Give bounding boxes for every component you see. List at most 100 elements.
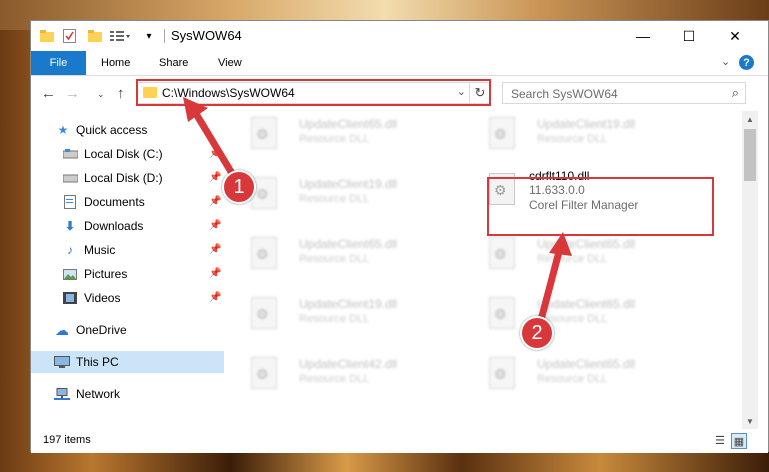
sidebar-item-label: Pictures — [84, 267, 128, 281]
pin-icon[interactable]: 📌 — [209, 244, 221, 255]
sidebar-item-label: This PC — [76, 355, 119, 369]
status-bar: 197 items ☰ ▦ — [31, 429, 768, 453]
scroll-thumb[interactable] — [744, 129, 756, 181]
sidebar-item-pictures[interactable]: Pictures 📌 — [31, 263, 224, 285]
drive-icon — [62, 171, 78, 185]
sidebar-item-onedrive[interactable]: ☁ OneDrive — [31, 319, 224, 341]
new-folder-icon[interactable] — [87, 28, 103, 44]
file-item[interactable]: UpdateClient65.dll Resource DLL — [225, 111, 455, 155]
navigation-pane: ★ Quick access Local Disk (C:) 📌 Local D… — [31, 111, 224, 429]
sidebar-item-downloads[interactable]: ⬇ Downloads 📌 — [31, 215, 224, 237]
documents-icon — [62, 195, 78, 209]
sidebar-item-this-pc[interactable]: This PC — [31, 351, 224, 373]
forward-arrow-icon[interactable]: → — [65, 85, 80, 102]
callout-badge-1: 1 — [222, 170, 256, 204]
file-name: UpdateClient65.dll — [299, 117, 398, 131]
tab-view[interactable]: View — [218, 51, 242, 75]
close-button[interactable]: ✕ — [712, 21, 758, 51]
pin-icon[interactable]: 📌 — [209, 148, 221, 159]
pin-icon[interactable]: 📌 — [209, 268, 221, 279]
sidebar-item-label: Network — [76, 387, 121, 401]
large-icons-view-icon[interactable]: ▦ — [731, 433, 747, 449]
pin-icon[interactable]: 📌 — [209, 172, 221, 183]
search-input[interactable] — [503, 83, 723, 105]
recent-locations-icon[interactable]: ⌄ — [97, 89, 105, 100]
file-item[interactable]: UpdateClient19.dll Resource DLL — [225, 171, 455, 215]
ribbon-tabs: File Home Share View ⌄ ? — [31, 51, 768, 76]
download-icon: ⬇ — [64, 219, 76, 233]
sidebar-item-quick-access[interactable]: ★ Quick access — [31, 119, 224, 141]
minimize-button[interactable]: — — [620, 21, 666, 51]
sidebar-item-label: Videos — [84, 291, 121, 305]
music-icon: ♪ — [67, 243, 73, 257]
file-name: UpdateClient65.dll — [537, 237, 636, 251]
search-icon[interactable]: ⌕ — [732, 85, 739, 101]
file-name: UpdateClient19.dll — [537, 117, 636, 131]
tab-file[interactable]: File — [31, 51, 86, 75]
file-name: UpdateClient42.dll — [299, 357, 398, 371]
file-item[interactable]: UpdateClient65.dllResource DLL — [225, 231, 455, 275]
file-name: UpdateClient65.dll — [537, 297, 636, 311]
scroll-up-icon[interactable]: ▲ — [742, 111, 758, 127]
sidebar-item-label: Local Disk (D:) — [84, 171, 163, 185]
file-description: Resource DLL — [299, 313, 370, 325]
pin-icon[interactable]: 📌 — [209, 292, 221, 303]
file-description: Resource DLL — [299, 133, 370, 145]
up-arrow-icon[interactable]: ↑ — [117, 85, 125, 102]
folder-icon — [39, 28, 55, 44]
file-list: UpdateClient65.dll Resource DLL UpdateCli… — [225, 111, 742, 429]
tab-share[interactable]: Share — [159, 51, 188, 75]
file-item[interactable]: UpdateClient19.dll Resource DLL — [225, 291, 455, 335]
file-name: UpdateClient65.dll — [537, 357, 636, 371]
title-bar: ▾ SysWOW64 — ☐ ✕ — [31, 21, 768, 51]
dll-file-icon — [251, 117, 277, 149]
pin-icon[interactable]: 📌 — [209, 220, 221, 231]
properties-icon[interactable] — [61, 28, 77, 44]
file-description: Resource DLL — [537, 253, 608, 265]
file-description: Resource DLL — [299, 193, 370, 205]
file-item[interactable]: UpdateClient19.dll Resource DLL — [463, 111, 693, 155]
view-options-icon[interactable] — [109, 28, 131, 44]
sidebar-item-music[interactable]: ♪ Music 📌 — [31, 239, 224, 261]
file-item[interactable]: UpdateClient65.dll Resource DLL — [463, 231, 693, 275]
sidebar-item-label: OneDrive — [76, 323, 127, 337]
title-separator — [164, 29, 165, 43]
help-icon[interactable]: ? — [739, 55, 754, 70]
scroll-down-icon[interactable]: ▼ — [742, 413, 758, 429]
star-icon: ★ — [57, 123, 69, 137]
maximize-button[interactable]: ☐ — [666, 21, 712, 51]
item-count: 197 items — [43, 434, 91, 446]
sidebar-item-label: Downloads — [84, 219, 144, 233]
expand-ribbon-icon[interactable]: ⌄ — [721, 55, 730, 68]
callout-badge-2: 2 — [520, 316, 554, 350]
address-highlight-box — [136, 79, 491, 106]
sidebar-item-network[interactable]: Network — [31, 383, 224, 405]
dll-file-icon — [489, 297, 515, 329]
file-item[interactable]: UpdateClient42.dll Resource DLL — [225, 351, 455, 395]
dll-file-icon — [251, 297, 277, 329]
details-view-icon[interactable]: ☰ — [713, 433, 727, 447]
file-description: Resource DLL — [537, 133, 608, 145]
sidebar-item-label: Music — [84, 243, 116, 257]
sidebar-item-documents[interactable]: Documents 📌 — [31, 191, 224, 213]
file-name: UpdateClient19.dll — [299, 177, 398, 191]
cloud-icon: ☁ — [55, 321, 69, 338]
dll-file-icon — [251, 237, 277, 269]
file-description: Resource DLL — [299, 253, 370, 265]
file-item[interactable]: UpdateClient65.dll Resource DLL — [463, 351, 693, 395]
pin-icon[interactable]: 📌 — [209, 196, 221, 207]
file-item[interactable]: UpdateClient65.dllResource DLL — [463, 291, 693, 335]
search-box[interactable]: ⌕ — [502, 82, 746, 105]
sidebar-item-local-disk-c[interactable]: Local Disk (C:) 📌 — [31, 143, 224, 165]
tab-home[interactable]: Home — [101, 51, 130, 75]
vertical-scrollbar[interactable]: ▲ ▼ — [742, 111, 758, 429]
dll-file-icon — [489, 357, 515, 389]
back-arrow-icon[interactable]: ← — [41, 85, 56, 102]
sidebar-item-videos[interactable]: Videos 📌 — [31, 287, 224, 309]
customize-toolbar-icon[interactable]: ▾ — [141, 28, 157, 44]
sidebar-item-local-disk-d[interactable]: Local Disk (D:) 📌 — [31, 167, 224, 189]
file-description: Resource DLL — [537, 373, 608, 385]
file-highlight-box — [487, 177, 714, 236]
window-title: SysWOW64 — [171, 28, 242, 43]
sidebar-item-label: Local Disk (C:) — [84, 147, 163, 161]
